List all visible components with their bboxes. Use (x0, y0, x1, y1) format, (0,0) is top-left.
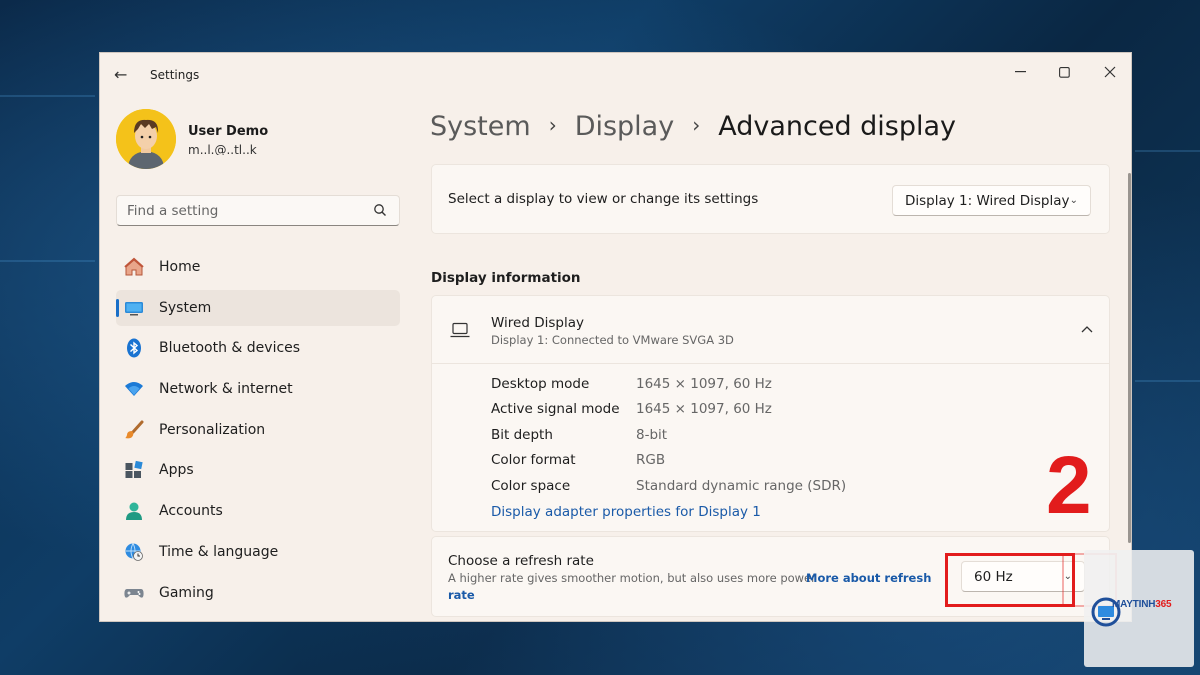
breadcrumb-separator: › (692, 113, 701, 137)
minimize-icon (1014, 71, 1026, 73)
info-label-color-space: Color space (491, 478, 571, 494)
background-line (0, 95, 95, 97)
breadcrumb: System › Display › Advanced display (430, 111, 956, 142)
sidebar-item-bluetooth[interactable]: Bluetooth & devices (116, 330, 400, 366)
search-input[interactable]: Find a setting (116, 195, 400, 226)
sidebar-item-network[interactable]: Network & internet (116, 371, 400, 407)
sidebar-item-label: Time & language (159, 543, 279, 560)
watermark-brand: MAYTINH365 (1112, 599, 1172, 610)
info-value-active-signal: 1645 × 1097, 60 Hz (636, 401, 772, 417)
refresh-rate-description: A higher rate gives smoother motion, but… (448, 571, 816, 585)
sidebar-item-label: Network & internet (159, 381, 293, 398)
close-icon (1104, 66, 1116, 78)
user-avatar-icon (116, 109, 176, 169)
page-title: Advanced display (718, 111, 957, 142)
back-arrow-icon[interactable]: ← (114, 65, 127, 84)
display-info-header[interactable]: Wired Display Display 1: Connected to VM… (431, 295, 1110, 364)
display-connection: Display 1: Connected to VMware SVGA 3D (491, 333, 734, 347)
sidebar-item-label: System (159, 299, 212, 316)
sidebar-nav: Home System Bluetooth & devices Network … (116, 249, 400, 615)
info-value-desktop-mode: 1645 × 1097, 60 Hz (636, 376, 772, 392)
chevron-up-icon[interactable] (1081, 322, 1093, 336)
background-line (1135, 150, 1200, 152)
watermark-brand-a: MAYTINH (1112, 599, 1156, 610)
search-placeholder: Find a setting (127, 203, 219, 219)
settings-window: ← Settings User Demo m..l.@..tl..k Find … (99, 52, 1132, 622)
wifi-icon (124, 379, 144, 399)
breadcrumb-system[interactable]: System (430, 111, 531, 142)
display-adapter-properties-link[interactable]: Display adapter properties for Display 1 (491, 504, 761, 520)
info-value-bit-depth: 8-bit (636, 427, 668, 443)
display-name: Wired Display (491, 315, 584, 331)
display-select-dropdown[interactable]: Display 1: Wired Display ⌄ (892, 185, 1091, 216)
home-icon (124, 257, 144, 277)
globe-clock-icon (124, 542, 144, 562)
refresh-rate-title: Choose a refresh rate (448, 553, 594, 569)
breadcrumb-display[interactable]: Display (575, 111, 675, 142)
highlight-box-refresh-rate (945, 553, 1075, 607)
info-label-color-format: Color format (491, 452, 576, 468)
sidebar-item-home[interactable]: Home (116, 249, 400, 285)
sidebar-item-accounts[interactable]: Accounts (116, 493, 400, 529)
laptop-icon (450, 322, 470, 338)
title-bar: ← Settings (100, 53, 1131, 97)
accounts-icon (124, 501, 144, 521)
step-number-annotation: 2 (1046, 440, 1092, 531)
background-line (0, 260, 95, 262)
display-select-value: Display 1: Wired Display (905, 193, 1070, 209)
sidebar-item-label: Bluetooth & devices (159, 340, 301, 357)
minimize-button[interactable] (1000, 59, 1040, 85)
info-label-desktop-mode: Desktop mode (491, 376, 590, 392)
select-display-label: Select a display to view or change its s… (448, 191, 759, 207)
chevron-down-icon: ⌄ (1069, 195, 1078, 206)
sidebar-item-label: Personalization (159, 421, 266, 438)
breadcrumb-separator: › (548, 113, 557, 137)
search-icon[interactable] (373, 203, 387, 217)
sidebar-item-time-language[interactable]: Time & language (116, 534, 400, 570)
close-button[interactable] (1090, 59, 1130, 85)
gamepad-icon (124, 583, 144, 603)
background-line (1135, 380, 1200, 382)
more-about-refresh-rate-link[interactable]: More about refresh (806, 571, 931, 585)
sidebar-item-label: Apps (159, 462, 194, 479)
info-value-color-space: Standard dynamic range (SDR) (636, 478, 847, 494)
display-info-details: Desktop mode 1645 × 1097, 60 Hz Active s… (431, 364, 1110, 532)
maximize-button[interactable] (1044, 59, 1084, 85)
sidebar-item-label: Accounts (159, 503, 223, 520)
info-value-color-format: RGB (636, 452, 666, 468)
user-email: m..l.@..tl..k (188, 143, 257, 155)
avatar[interactable] (116, 109, 176, 169)
watermark-brand-b: 365 (1155, 599, 1172, 610)
app-title: Settings (150, 68, 200, 82)
select-display-card: Select a display to view or change its s… (431, 164, 1110, 234)
brush-icon (124, 420, 144, 440)
system-monitor-icon (124, 298, 144, 318)
sidebar-item-label: Home (159, 259, 201, 275)
sidebar-item-personalization[interactable]: Personalization (116, 412, 400, 448)
sidebar-item-label: Gaming (159, 584, 214, 601)
more-about-refresh-rate-link-continued[interactable]: rate (448, 588, 475, 602)
info-label-active-signal: Active signal mode (491, 401, 620, 417)
maximize-icon (1058, 66, 1070, 78)
bluetooth-icon (124, 338, 144, 358)
display-information-heading: Display information (431, 270, 581, 286)
scrollbar[interactable] (1128, 173, 1131, 543)
info-label-bit-depth: Bit depth (491, 427, 553, 443)
user-name: User Demo (188, 124, 269, 139)
sidebar-item-gaming[interactable]: Gaming (116, 575, 400, 611)
apps-icon (124, 460, 144, 480)
sidebar-item-system[interactable]: System (116, 289, 400, 326)
sidebar-item-apps[interactable]: Apps (116, 452, 400, 488)
